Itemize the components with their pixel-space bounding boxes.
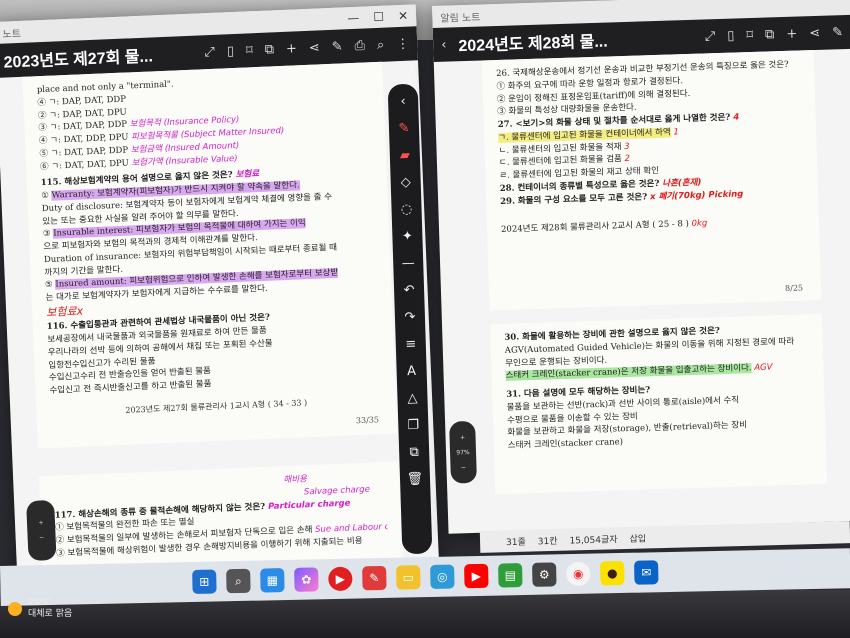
bookmark-icon[interactable]: ⌑	[246, 43, 253, 58]
book-icon[interactable]: ▯	[727, 28, 735, 43]
obs-icon[interactable]: ◎	[430, 564, 455, 589]
share-icon[interactable]: ⋖	[809, 25, 820, 40]
weather-temp: 28°C	[28, 598, 51, 608]
right-document-title: 2024년도 제28회 물...	[458, 33, 608, 56]
weather-desc: 대체로 맑음	[28, 608, 73, 619]
copy-icon[interactable]: ⧉	[264, 42, 274, 57]
magic-icon[interactable]: ✦	[402, 229, 413, 245]
book-icon[interactable]: ▯	[227, 43, 235, 58]
page-footer: 2023년도 제27회 물류관리사 1교시 A형 ( 34 - 33 )	[125, 397, 308, 415]
shape-icon[interactable]: △	[407, 391, 417, 407]
redo-icon[interactable]: ↷	[404, 310, 415, 326]
print-icon[interactable]: ⎙	[354, 38, 365, 53]
text-size-icon[interactable]: A	[407, 364, 416, 380]
more-icon[interactable]: ⋮	[396, 36, 410, 52]
eraser-icon[interactable]: ◇	[400, 175, 410, 191]
file-explorer-icon[interactable]: ▦	[260, 568, 285, 593]
line-count: 31줄	[505, 537, 526, 548]
share-icon[interactable]: ⋖	[309, 40, 321, 55]
maximize-icon[interactable]: ☐	[373, 10, 384, 24]
settings-gear-icon[interactable]: ⚙	[532, 562, 557, 587]
zoom-out-icon[interactable]: −	[39, 534, 44, 541]
edit-icon[interactable]: ✎	[331, 39, 343, 54]
search-icon[interactable]: ⌕	[377, 37, 385, 52]
add-icon[interactable]: +	[286, 41, 298, 56]
pdf-app-icon[interactable]: ✎	[362, 565, 387, 591]
page-footer: 2024년도 제28회 물류관리사 2교시 A형 ( 25 - 8 ) 0kg	[500, 218, 708, 236]
edit-icon[interactable]: ✎	[832, 25, 843, 40]
zoom-in-icon[interactable]: +	[460, 434, 465, 441]
chrome-icon[interactable]: ◉	[566, 561, 591, 587]
trash-icon[interactable]: 🗑	[407, 472, 424, 489]
expand-icon[interactable]: ⤢	[705, 29, 716, 44]
bookmark-icon[interactable]: ⌑	[746, 27, 753, 42]
zoom-control[interactable]: + 97% −	[449, 420, 477, 484]
text-lines-icon[interactable]: ≡	[405, 337, 416, 353]
search-icon[interactable]: ⌕	[226, 568, 251, 594]
spreadsheet-icon[interactable]: ▤	[498, 563, 523, 588]
char-count: 15,054글자	[569, 534, 618, 546]
left-titlebar-label: 노트	[2, 28, 22, 41]
kakao-icon[interactable]: ●	[600, 560, 625, 586]
paste-icon[interactable]: ❐	[407, 418, 419, 434]
minus-icon[interactable]: —	[402, 256, 415, 272]
right-titlebar-label: 알림 노트	[440, 11, 481, 25]
close-icon[interactable]: ✕	[398, 9, 409, 23]
left-note-window[interactable]: 노트 — ☐ ✕ 2023년도 제27회 물... ⤢ ▯ ⌑ ⧉ + ⋖ ✎ …	[0, 4, 440, 584]
left-document-title: 2023년도 제27회 물...	[3, 48, 154, 72]
chevron-left-icon[interactable]: ‹	[400, 94, 406, 110]
folder-icon[interactable]: ▭	[396, 565, 421, 590]
zoom-out-icon[interactable]: −	[461, 464, 466, 471]
zoom-control[interactable]: + −	[26, 499, 57, 562]
zoom-in-icon[interactable]: +	[38, 519, 43, 526]
column-count: 31칸	[537, 536, 558, 547]
right-note-window[interactable]: 알림 노트 ‹ 2024년도 제28회 물... ⤢ ▯ ⌑ ⧉ + ⋖ ✎ 2…	[432, 0, 850, 534]
lasso-icon[interactable]: ◌	[401, 202, 413, 218]
page-number: 33/35	[355, 415, 380, 426]
zoom-level: 97%	[456, 448, 470, 456]
youtube-music-icon[interactable]: ▶	[328, 566, 353, 592]
highlighter-icon[interactable]: ▰	[400, 148, 410, 164]
windows-start-icon[interactable]: ⊞	[192, 569, 217, 594]
weather-widget[interactable]: 28°C 대체로 맑음	[8, 598, 72, 620]
copilot-icon[interactable]: ✿	[294, 567, 319, 592]
right-page[interactable]: 26. 국제해상운송에서 정기선 운송과 비교한 부정기선 운송의 특징으로 옳…	[481, 50, 822, 311]
insert-mode: 삽입	[629, 533, 647, 545]
back-icon[interactable]: ‹	[441, 37, 447, 52]
sun-icon	[8, 601, 22, 616]
expand-icon[interactable]: ⤢	[204, 44, 215, 59]
copy-tool-icon[interactable]: ⧉	[409, 445, 419, 461]
outlook-icon[interactable]: ✉	[634, 560, 659, 585]
add-icon[interactable]: +	[786, 26, 797, 41]
copy-icon[interactable]: ⧉	[765, 27, 775, 42]
undo-icon[interactable]: ↶	[403, 283, 414, 299]
youtube-icon[interactable]: ▶	[464, 563, 489, 589]
right-next-page[interactable]: 30. 화물에 활용하는 장비에 관한 설명으로 옳지 않은 것은? AGV(A…	[490, 313, 828, 495]
left-page[interactable]: place and not only a "terminal". ④ ㄱ: DA…	[22, 61, 398, 449]
pen-icon[interactable]: ✎	[398, 121, 409, 137]
minimize-icon[interactable]: —	[347, 11, 360, 25]
page-number: 8/25	[784, 283, 804, 294]
